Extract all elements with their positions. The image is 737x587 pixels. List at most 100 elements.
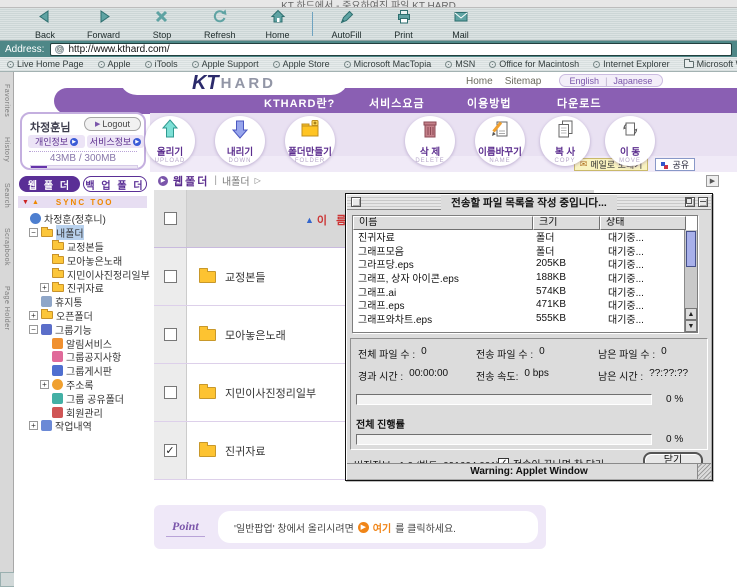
tree-item-회원관리[interactable]: 회원관리 bbox=[16, 405, 150, 419]
logout-button[interactable]: ▶ Logout bbox=[84, 117, 141, 131]
address-input[interactable]: @ http://www.kthard.com/ bbox=[50, 43, 732, 56]
tree-expander[interactable]: + bbox=[29, 311, 38, 320]
delete-button[interactable]: 삭 제DELETE bbox=[405, 116, 455, 166]
breadcrumb-current[interactable]: 내폴더 bbox=[222, 173, 250, 188]
tree-item-교정본들[interactable]: 교정본들 bbox=[16, 240, 150, 254]
dialog-zoom-box[interactable] bbox=[685, 197, 695, 207]
tree-expander[interactable]: + bbox=[40, 380, 49, 389]
tree-item-그룹기능[interactable]: −그룹기능 bbox=[16, 322, 150, 336]
tree-item-작업내역[interactable]: +작업내역 bbox=[16, 419, 150, 433]
tree-item-모아놓은노래[interactable]: 모아놓은노래 bbox=[16, 253, 150, 267]
tree-item-그룹게시판[interactable]: 그룹게시판 bbox=[16, 364, 150, 378]
link-home[interactable]: Home bbox=[466, 76, 493, 87]
file-name[interactable]: 지민이사진정리일부 bbox=[225, 385, 316, 401]
tree-expander[interactable]: + bbox=[29, 421, 38, 430]
download-button[interactable]: 내리기DOWN bbox=[215, 116, 265, 166]
file-name[interactable]: 진귀자료 bbox=[225, 443, 265, 459]
tree-expander[interactable]: − bbox=[29, 228, 38, 237]
tree-item-알림서비스[interactable]: 알림서비스 bbox=[16, 336, 150, 350]
transfer-row[interactable]: 그래프, 상자 아이콘.eps188KB대기중... bbox=[353, 271, 684, 285]
favorite-apple[interactable]: Apple bbox=[98, 59, 131, 69]
collapse-icon[interactable]: ▼ bbox=[22, 199, 29, 206]
favorite-apple-support[interactable]: Apple Support bbox=[192, 59, 259, 69]
new-folder-button[interactable]: 폴더만들기FOLDER bbox=[285, 116, 335, 166]
column-header-2[interactable]: 상태 bbox=[600, 216, 686, 230]
favorite-office-for-macintosh[interactable]: Office for Macintosh bbox=[489, 59, 579, 69]
transfer-row[interactable]: 진귀자료폴더대기중... bbox=[353, 230, 684, 244]
tree-item-그룹공지사항[interactable]: 그룹공지사항 bbox=[16, 350, 150, 364]
file-list-scrollbar[interactable]: ▲ ▼ bbox=[684, 230, 697, 332]
nav-item-3[interactable]: 다운로드 bbox=[557, 95, 601, 111]
scroll-up-button[interactable]: ▲ bbox=[685, 308, 697, 320]
transfer-row[interactable]: 그라프당.eps205KB대기중... bbox=[353, 257, 684, 271]
tab-backup-folder[interactable]: 백 업 폴 더 bbox=[83, 176, 147, 192]
service-info-button[interactable]: 서비스정보 ▶ bbox=[87, 135, 144, 148]
tree-item-차정훈(정후니)[interactable]: 차정훈(정후니) bbox=[16, 212, 150, 226]
transfer-row[interactable]: 그래프모음폴더대기중... bbox=[353, 244, 684, 258]
explorer-tab-search[interactable]: Search bbox=[3, 183, 10, 208]
browser-mail-button[interactable]: Mail bbox=[446, 9, 476, 40]
favorite-msn[interactable]: MSN bbox=[445, 59, 475, 69]
transfer-row[interactable]: 그래프와차트.eps555KB대기중... bbox=[353, 312, 684, 326]
dialog-titlebar[interactable]: 전송할 파일 목록을 작성 중입니다... bbox=[347, 195, 711, 210]
favorite-apple-store[interactable]: Apple Store bbox=[273, 59, 330, 69]
browser-forward-button[interactable]: Forward bbox=[87, 9, 120, 40]
scroll-down-button[interactable]: ▼ bbox=[685, 320, 697, 332]
transfer-row[interactable]: 그래프.eps471KB대기중... bbox=[353, 298, 684, 312]
tree-item-주소록[interactable]: +주소록 bbox=[16, 378, 150, 392]
favorite-live-home-page[interactable]: Live Home Page bbox=[7, 59, 84, 69]
personal-info-button[interactable]: 개인정보 ▶ bbox=[28, 135, 85, 148]
favorite-microsoft-web-sites[interactable]: Microsoft Web Sites bbox=[684, 59, 737, 69]
browser-back-button[interactable]: Back bbox=[30, 9, 60, 40]
tree-item-진귀자료[interactable]: +진귀자료 bbox=[16, 281, 150, 295]
browser-autofill-button[interactable]: AutoFill bbox=[332, 9, 362, 40]
scrollbar-thumb[interactable] bbox=[686, 231, 696, 267]
sort-ascending-icon[interactable]: ▲ bbox=[305, 215, 314, 225]
tree-item-내폴더[interactable]: −내폴더 bbox=[16, 226, 150, 240]
row-checkbox[interactable] bbox=[164, 386, 177, 399]
tree-item-오픈폴더[interactable]: +오픈폴더 bbox=[16, 309, 150, 323]
link-english[interactable]: English bbox=[570, 76, 600, 86]
favorite-internet-explorer[interactable]: Internet Explorer bbox=[593, 59, 670, 69]
tree-expander[interactable]: + bbox=[40, 283, 49, 292]
resize-handle[interactable] bbox=[697, 464, 711, 479]
nav-item-0[interactable]: KTHARD란? bbox=[264, 95, 335, 111]
tree-item-지민이사진정리일부[interactable]: 지민이사진정리일부 bbox=[16, 267, 150, 281]
nav-item-1[interactable]: 서비스요금 bbox=[369, 95, 425, 111]
kthard-logo[interactable]: KT HARD bbox=[119, 72, 349, 95]
explorer-tab-history[interactable]: History bbox=[3, 137, 10, 162]
breadcrumb-root[interactable]: 웹폴더 bbox=[173, 173, 209, 189]
explorer-tab-page-holder[interactable]: Page Holder bbox=[3, 286, 10, 330]
nav-item-2[interactable]: 이용방법 bbox=[467, 95, 511, 111]
move-button[interactable]: 이 동MOVE bbox=[605, 116, 655, 166]
browser-refresh-button[interactable]: Refresh bbox=[204, 9, 236, 40]
dialog-collapse-box[interactable] bbox=[698, 197, 708, 207]
dialog-close-box[interactable] bbox=[351, 197, 361, 207]
tree-item-휴지통[interactable]: 휴지통 bbox=[16, 295, 150, 309]
point-here-link[interactable]: 여기 bbox=[373, 520, 391, 535]
favorite-itools[interactable]: iTools bbox=[145, 59, 178, 69]
browser-home-button[interactable]: Home bbox=[263, 9, 293, 40]
tree-item-그룹 공유폴더[interactable]: 그룹 공유폴더 bbox=[16, 391, 150, 405]
copy-button[interactable]: 복 사COPY bbox=[540, 116, 590, 166]
explorer-tab-scrapbook[interactable]: Scrapbook bbox=[3, 228, 10, 266]
browser-print-button[interactable]: Print bbox=[389, 9, 419, 40]
row-checkbox[interactable] bbox=[164, 270, 177, 283]
file-name[interactable]: 모아놓은노래 bbox=[225, 327, 286, 343]
tree-expander[interactable]: − bbox=[29, 325, 38, 334]
column-header-1[interactable]: 크기 bbox=[533, 216, 600, 230]
rename-button[interactable]: 이름바꾸기NAME bbox=[475, 116, 525, 166]
row-checkbox[interactable] bbox=[164, 328, 177, 341]
tab-web-folder[interactable]: 웹 폴 더 bbox=[19, 176, 80, 192]
file-name[interactable]: 교정본들 bbox=[225, 269, 265, 285]
expand-icon[interactable]: ▲ bbox=[32, 199, 39, 206]
transfer-row[interactable]: 그래프.ai574KB대기중... bbox=[353, 284, 684, 298]
breadcrumb-play-icon[interactable]: ▶ bbox=[158, 176, 168, 186]
browser-stop-button[interactable]: Stop bbox=[147, 9, 177, 40]
explorer-tab-favorites[interactable]: Favorites bbox=[3, 84, 10, 117]
select-all-checkbox[interactable] bbox=[164, 212, 177, 225]
upload-button[interactable]: 올리기UPLOAD bbox=[145, 116, 195, 166]
share-button[interactable]: 공유 bbox=[655, 158, 695, 171]
page-next-button[interactable]: ▶ bbox=[706, 175, 719, 187]
link-japanese[interactable]: Japanese bbox=[613, 76, 652, 86]
